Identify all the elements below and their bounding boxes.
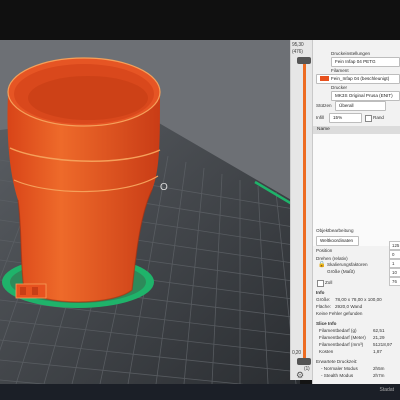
slice-row-label: Kosten <box>319 349 334 354</box>
taskbar-tray-text: Stadat <box>379 387 394 393</box>
infill-label: Infill <box>316 115 325 120</box>
supports-select[interactable]: Überall <box>335 101 386 111</box>
position-label: Position <box>316 248 333 253</box>
object-edit-label: Objektbearbeitung <box>316 228 354 233</box>
bed-marker-label: O <box>160 182 168 193</box>
slider-bottom-layer: (1) <box>304 366 310 372</box>
slider-track <box>303 62 306 362</box>
slice-row-value: 51218,97 <box>373 342 393 347</box>
slice-row-value: 21,29 <box>373 335 385 340</box>
brim-label: Rand <box>373 115 384 120</box>
infill-select[interactable]: 15% <box>329 113 362 123</box>
slider-top-value: 95,30 <box>292 42 304 48</box>
scale-field[interactable]: 10 <box>389 268 400 277</box>
slider-top-handle[interactable] <box>297 57 311 64</box>
size-field[interactable]: 76 <box>389 277 400 286</box>
inch-checkbox[interactable] <box>317 280 324 287</box>
size-info-value: 78,00 x 78,00 x 100,00 <box>335 297 382 302</box>
slice-info-header: Slice Info <box>316 321 337 326</box>
gear-icon[interactable]: ⚙ <box>296 370 304 381</box>
printer-select[interactable]: MK3S Original Prusa (ENIT) <box>331 91 400 101</box>
size-label: Größe (Maßt) <box>327 269 355 274</box>
small-part <box>15 283 47 299</box>
brim-checkbox[interactable] <box>365 115 372 122</box>
scale-factors-label: Skalierungsfaktoren <box>327 262 368 267</box>
print-time-mode: - Stealth Modus <box>321 373 354 378</box>
slider-top-layer: (476) <box>292 49 303 55</box>
inch-label: Zoll <box>325 280 333 285</box>
filament-color-swatch <box>320 76 329 82</box>
printer-label: Drucker <box>331 85 348 90</box>
layer-slider[interactable]: 95,30 (476) 0,20 (1) ⚙ <box>290 40 313 380</box>
slice-row-label: Filamentbedarf (Meter) <box>319 335 366 340</box>
coordinate-select[interactable]: Weltkoordinaten <box>316 236 359 246</box>
slider-bottom-value: 0,20 <box>292 350 301 356</box>
lock-icon[interactable]: 🔒 <box>318 261 325 268</box>
sidebar-panel: Druckeinstellungen Fein Infap 04 PETG Fi… <box>312 40 400 384</box>
monitor-bezel <box>0 0 400 40</box>
print-time-label: Erwartete Druckzeit: <box>316 359 358 364</box>
rotation-field[interactable]: 1 <box>389 259 400 268</box>
area-label: Fläche: <box>316 304 332 309</box>
print-time-mode: - Normaler Modus <box>321 366 358 371</box>
filament-label: Filament <box>331 68 349 73</box>
slice-row-value: 1,87 <box>373 349 382 354</box>
print-profile-select[interactable]: Fein Infap 04 PETG <box>331 57 400 67</box>
filament-select[interactable]: Fein_Infap 04 (beschleunigt) <box>316 74 400 84</box>
position-x-field[interactable]: 125 <box>389 241 400 250</box>
size-info-label: Größe: <box>316 297 331 302</box>
area-value: 2920,0 Wand <box>335 304 363 309</box>
info-header: Info <box>316 290 325 295</box>
slice-row-label: Filamentbedarf (mm³) <box>319 342 364 347</box>
print-time-value: 2h7m <box>373 373 385 378</box>
slice-row-value: 62,51 <box>373 328 385 333</box>
print-time-value: 2h5m <box>373 366 385 371</box>
supports-label: Stützen <box>316 103 332 108</box>
print-settings-label: Druckeinstellungen <box>331 51 371 56</box>
taskbar: Stadat <box>0 384 400 400</box>
errors-value: Keine Fehler gefunden <box>316 311 363 316</box>
object-list-header: Name <box>313 126 400 134</box>
slider-bottom-handle[interactable] <box>297 358 311 365</box>
slice-row-label: Filamentbedarf (g) <box>319 328 357 333</box>
position-y-field[interactable]: 0 <box>389 250 400 259</box>
